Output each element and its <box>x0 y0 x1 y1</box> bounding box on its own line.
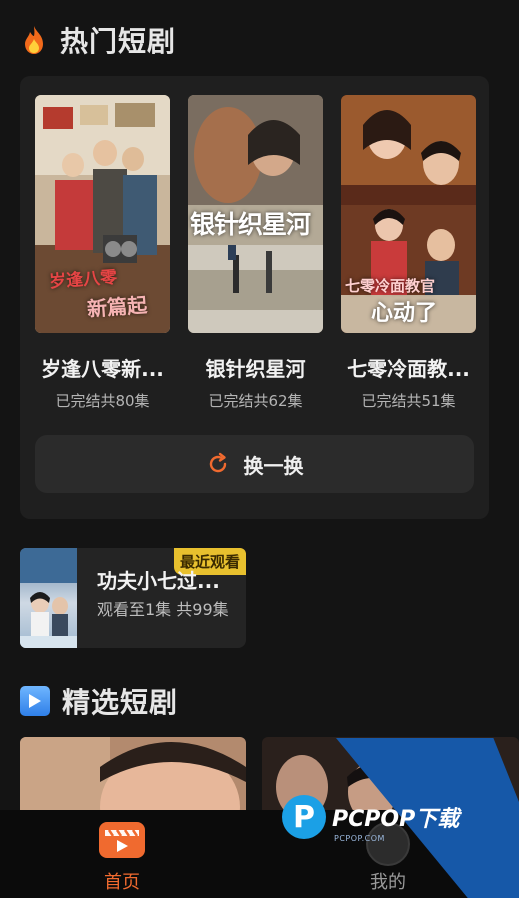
hot-drama-list: 岁逢八零 新篇起 岁逢八零新... 已完结共80集 银针织星河 银针织星河 已完… <box>35 95 476 411</box>
refresh-icon <box>209 452 226 473</box>
poster-caption-3b: 心动了 <box>371 300 438 326</box>
refresh-label: 换一换 <box>243 453 304 478</box>
hot-section-header: 热门短剧 <box>20 20 176 60</box>
recent-progress: 观看至1集 共99集 <box>97 600 229 619</box>
watermark-sub: PCPOP.COM <box>334 834 385 843</box>
drama-poster-2[interactable]: 银针织星河 <box>188 95 323 333</box>
drama-status-1: 已完结共80集 <box>55 392 150 410</box>
drama-card-1[interactable]: 岁逢八零 新篇起 岁逢八零新... 已完结共80集 <box>35 95 170 411</box>
recent-thumbnail <box>20 548 77 648</box>
featured-section-title: 精选短剧 <box>62 686 179 719</box>
poster-caption-2: 银针织星河 <box>190 210 311 239</box>
drama-poster-3[interactable]: 七零冷面教官 心动了 <box>341 95 476 333</box>
hot-drama-panel: 岁逢八零 新篇起 岁逢八零新... 已完结共80集 银针织星河 银针织星河 已完… <box>20 76 489 519</box>
poster-caption-1a: 岁逢八零 <box>48 267 118 293</box>
featured-poster-1 <box>20 737 246 817</box>
nav-profile-label: 我的 <box>370 872 406 893</box>
watermark-logo-icon: P <box>282 795 326 839</box>
watermark: P PCPOP下载 <box>282 795 459 839</box>
recent-title: 功夫小七过... <box>97 569 220 593</box>
drama-title-3: 七零冷面教... <box>347 357 470 381</box>
recent-thumb-art <box>20 548 77 648</box>
nav-home-label: 首页 <box>104 872 140 893</box>
featured-card-1[interactable] <box>20 737 246 817</box>
drama-card-2[interactable]: 银针织星河 银针织星河 已完结共62集 <box>188 95 323 411</box>
drama-poster-1[interactable]: 岁逢八零 新篇起 <box>35 95 170 333</box>
nav-home[interactable]: 首页 <box>62 822 182 894</box>
featured-section-header: 精选短剧 <box>20 681 178 721</box>
drama-status-2: 已完结共62集 <box>208 392 303 410</box>
hot-section-title: 热门短剧 <box>60 25 177 58</box>
refresh-button[interactable]: 换一换 <box>35 435 474 493</box>
drama-card-3[interactable]: 七零冷面教官 心动了 七零冷面教... 已完结共51集 <box>341 95 476 411</box>
drama-title-2: 银针织星河 <box>205 357 306 381</box>
poster-caption-1b: 新篇起 <box>86 292 148 322</box>
play-icon <box>20 686 50 716</box>
watermark-brand: PCPOP下载 <box>332 807 460 832</box>
recent-watch-card[interactable]: 最近观看 功夫小七过... 观看至1集 共99集 <box>20 548 246 648</box>
clapperboard-icon <box>99 822 145 858</box>
fire-icon <box>25 26 43 54</box>
drama-status-3: 已完结共51集 <box>361 392 456 410</box>
drama-title-1: 岁逢八零新... <box>41 357 164 381</box>
poster-caption-3a: 七零冷面教官 <box>345 277 436 295</box>
